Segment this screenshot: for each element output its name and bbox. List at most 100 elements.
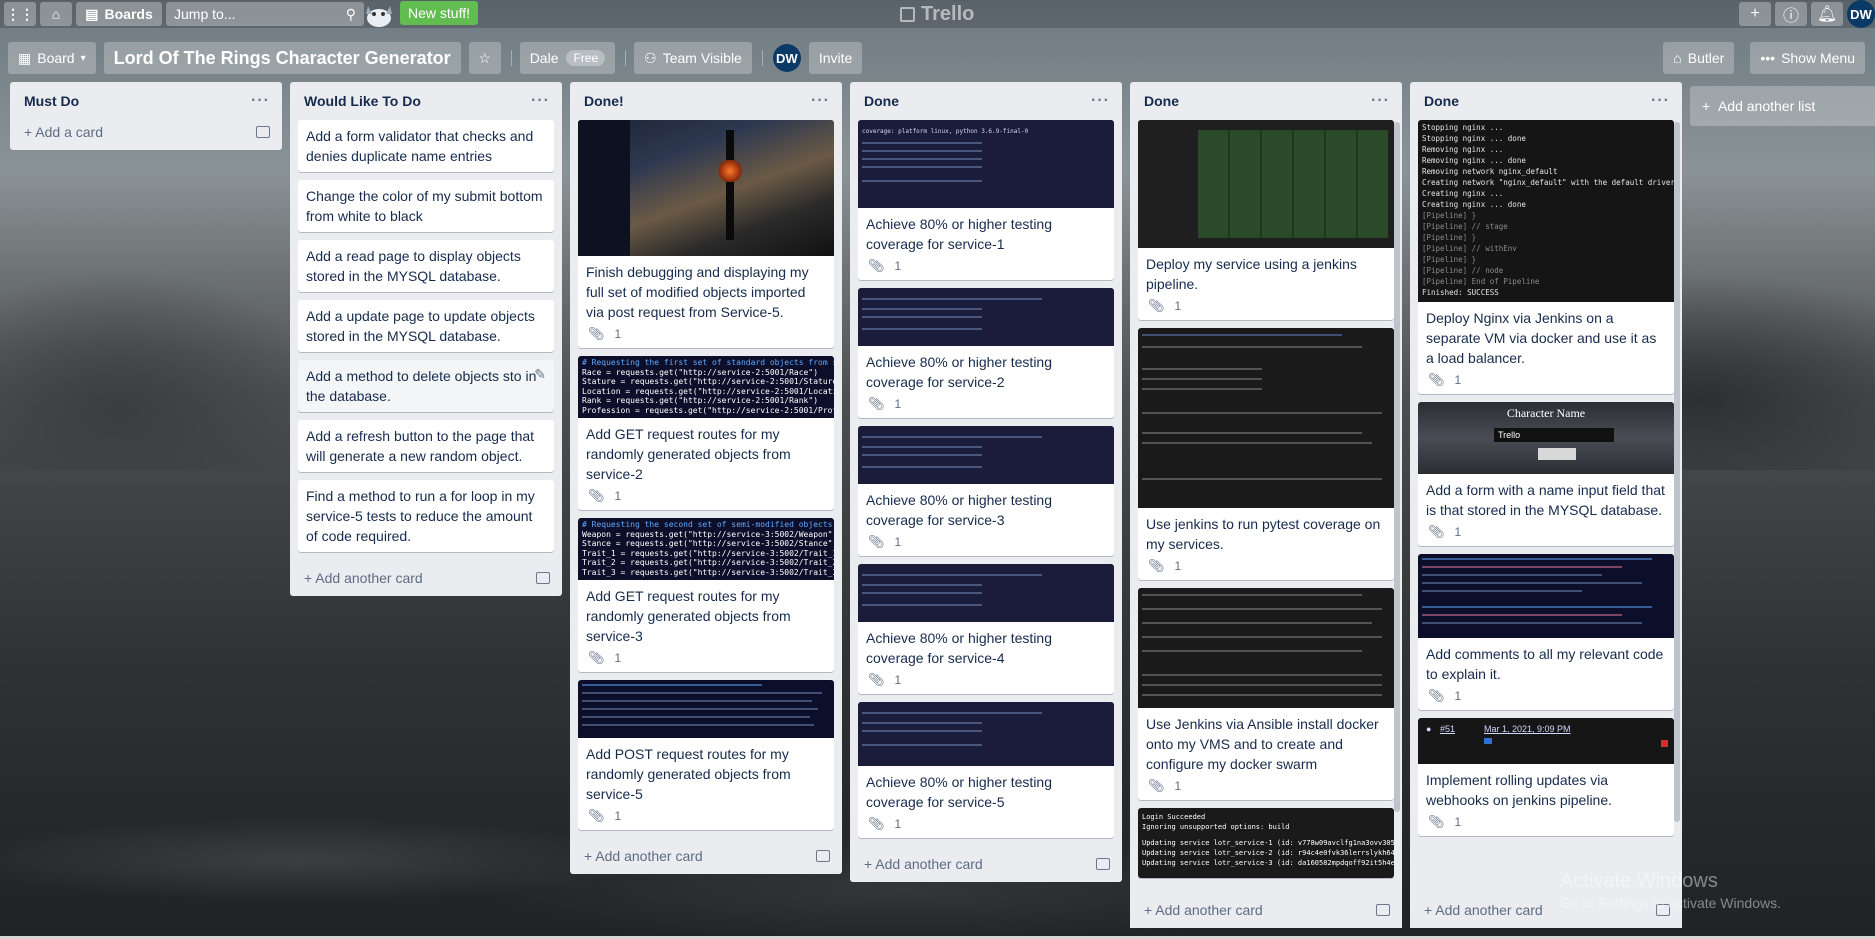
card[interactable]: Achieve 80% or higher testing coverage f… — [858, 564, 1114, 694]
card[interactable]: Add a read page to display objects store… — [298, 240, 554, 292]
list-menu-icon[interactable]: ··· — [251, 92, 270, 110]
log-line: [Pipeline] } — [1422, 211, 1477, 220]
card-title: Add comments to all my relevant code to … — [1426, 646, 1664, 682]
visibility-button[interactable]: ⚇ Team Visible — [634, 42, 752, 74]
code-line: Weapon = requests.get("http://service-3:… — [582, 529, 834, 539]
user-avatar[interactable]: DW — [1847, 0, 1875, 28]
list-title[interactable]: Done! — [584, 93, 624, 109]
list-menu-icon[interactable]: ··· — [1651, 92, 1670, 110]
app-name: Trello — [921, 3, 975, 25]
attachment-count: 1 — [1454, 689, 1462, 703]
card[interactable]: coverage: platform linux, python 3.6.9-f… — [858, 120, 1114, 280]
card[interactable]: Add a form validator that checks and den… — [298, 120, 554, 172]
team-button[interactable]: Dale Free — [519, 42, 616, 74]
card-template-icon[interactable] — [256, 126, 270, 138]
code-line: Location = requests.get("http://service-… — [582, 386, 834, 396]
team-visible-icon: ⚇ — [644, 49, 657, 66]
trello-logo[interactable]: Trello — [900, 3, 974, 26]
card-title: Deploy my service using a jenkins pipeli… — [1146, 256, 1357, 292]
add-card-button[interactable]: + Add another card — [850, 846, 1122, 882]
attachment-count: 1 — [614, 651, 622, 665]
home-icon[interactable]: ⌂ — [40, 2, 72, 26]
board-menu-button[interactable]: ▦ Board ▾ — [8, 42, 96, 74]
boards-icon: ▤ — [85, 5, 99, 22]
add-card-button[interactable]: + Add a card — [10, 114, 282, 150]
card[interactable]: Add POST request routes for my randomly … — [578, 680, 834, 830]
apps-icon[interactable]: ⋮⋮ — [4, 2, 36, 26]
card-template-icon[interactable] — [536, 572, 550, 584]
card-template-icon[interactable] — [1096, 858, 1110, 870]
card[interactable]: Use Jenkins via Ansible install docker o… — [1138, 588, 1394, 800]
list-title[interactable]: Must Do — [24, 93, 79, 109]
attachment-icon: 📎︎ — [1148, 778, 1165, 793]
edit-pencil-icon[interactable]: ✎ — [534, 366, 546, 383]
log-line: Stopping nginx ... done — [1422, 134, 1526, 143]
list-done-exclaim: Done! ··· Finish debugging and displaying… — [570, 82, 842, 874]
card[interactable]: Achieve 80% or higher testing coverage f… — [858, 426, 1114, 556]
boards-button[interactable]: ▤ Boards — [76, 2, 162, 26]
attachment-icon: 📎︎ — [1148, 558, 1165, 573]
list-title[interactable]: Done — [1144, 93, 1179, 109]
attachment-icon: 📎︎ — [868, 816, 885, 831]
list-scrollbar[interactable] — [1394, 122, 1400, 812]
board-title[interactable]: Lord Of The Rings Character Generator — [103, 42, 461, 74]
card[interactable]: Login Succeeded Ignoring unsupported opt… — [1138, 808, 1394, 878]
notifications-bell-icon[interactable]: 🔔︎ — [1811, 2, 1843, 26]
new-stuff-button[interactable]: New stuff! — [400, 1, 478, 25]
star-icon[interactable]: ☆ — [468, 42, 501, 74]
log-line: Updating service lotr_service-3 (id: da1… — [1142, 859, 1394, 867]
card[interactable]: # Requesting the first set of standard o… — [578, 356, 834, 510]
code-line: # Requesting the second set of semi-modi… — [582, 520, 834, 529]
card[interactable]: Add a refresh button to the page that wi… — [298, 420, 554, 472]
attachment-icon: 📎︎ — [1428, 814, 1445, 829]
info-icon[interactable]: ⓘ — [1775, 2, 1807, 26]
card-title: Achieve 80% or higher testing coverage f… — [866, 774, 1052, 810]
log-line: Removing nginx ... — [1422, 145, 1504, 154]
taco-mascot-icon — [366, 6, 392, 27]
list-menu-icon[interactable]: ··· — [1091, 92, 1110, 110]
list-scrollbar[interactable] — [1674, 122, 1680, 822]
card[interactable]: Change the color of my submit bottom fro… — [298, 180, 554, 232]
card[interactable]: Finish debugging and displaying my full … — [578, 120, 834, 348]
list-menu-icon[interactable]: ··· — [811, 92, 830, 110]
card[interactable]: Add comments to all my relevant code to … — [1418, 554, 1674, 710]
card[interactable]: Use jenkins to run pytest coverage on my… — [1138, 328, 1394, 580]
card-template-icon[interactable] — [1376, 904, 1390, 916]
list-title[interactable]: Would Like To Do — [304, 93, 421, 109]
code-screenshot: # Requesting the second set of semi-modi… — [578, 518, 834, 580]
add-another-list-button[interactable]: + Add another list — [1690, 86, 1875, 126]
card[interactable]: Character Name Trello Add a form with a … — [1418, 402, 1674, 546]
card[interactable]: # Requesting the second set of semi-modi… — [578, 518, 834, 672]
card[interactable]: Find a method to run a for loop in my se… — [298, 480, 554, 552]
card[interactable]: Stopping nginx ... Stopping nginx ... do… — [1418, 120, 1674, 394]
list-menu-icon[interactable]: ··· — [531, 92, 550, 110]
card[interactable]: Add a method to delete objects sto in th… — [298, 360, 554, 412]
card-title: Finish debugging and displaying my full … — [586, 264, 809, 320]
add-card-label: Add another card — [595, 848, 703, 864]
pipeline-stage-view — [1138, 120, 1394, 248]
add-card-button[interactable]: + Add another card — [290, 560, 562, 596]
search-input[interactable]: Jump to... ⚲ — [166, 2, 364, 26]
card[interactable]: Achieve 80% or higher testing coverage f… — [858, 702, 1114, 838]
nginx-log-screenshot: Stopping nginx ... Stopping nginx ... do… — [1418, 120, 1674, 302]
card[interactable]: Add a update page to update objects stor… — [298, 300, 554, 352]
butler-button[interactable]: ⌂ Butler — [1663, 42, 1735, 74]
card-template-icon[interactable] — [816, 850, 830, 862]
card[interactable]: ● #51 Mar 1, 2021, 9:09 PM Implement rol… — [1418, 718, 1674, 836]
create-icon[interactable]: + — [1739, 2, 1771, 26]
invite-button[interactable]: Invite — [808, 42, 863, 74]
visibility-label: Team Visible — [662, 50, 742, 66]
list-title[interactable]: Done — [1424, 93, 1459, 109]
list-menu-icon[interactable]: ··· — [1371, 92, 1390, 110]
show-menu-button[interactable]: ••• Show Menu — [1750, 42, 1865, 74]
add-card-button[interactable]: + Add another card — [570, 838, 842, 874]
card-title: Add POST request routes for my randomly … — [586, 746, 791, 802]
log-line: [Pipeline] End of Pipeline — [1422, 277, 1540, 286]
member-avatar[interactable]: DW — [772, 44, 801, 72]
list-title[interactable]: Done — [864, 93, 899, 109]
card[interactable]: Achieve 80% or higher testing coverage f… — [858, 288, 1114, 418]
add-card-button[interactable]: + Add another card — [1130, 892, 1402, 928]
card-title: Achieve 80% or higher testing coverage f… — [866, 354, 1052, 390]
card[interactable]: Deploy my service using a jenkins pipeli… — [1138, 120, 1394, 320]
attachment-icon: 📎︎ — [1148, 298, 1165, 313]
